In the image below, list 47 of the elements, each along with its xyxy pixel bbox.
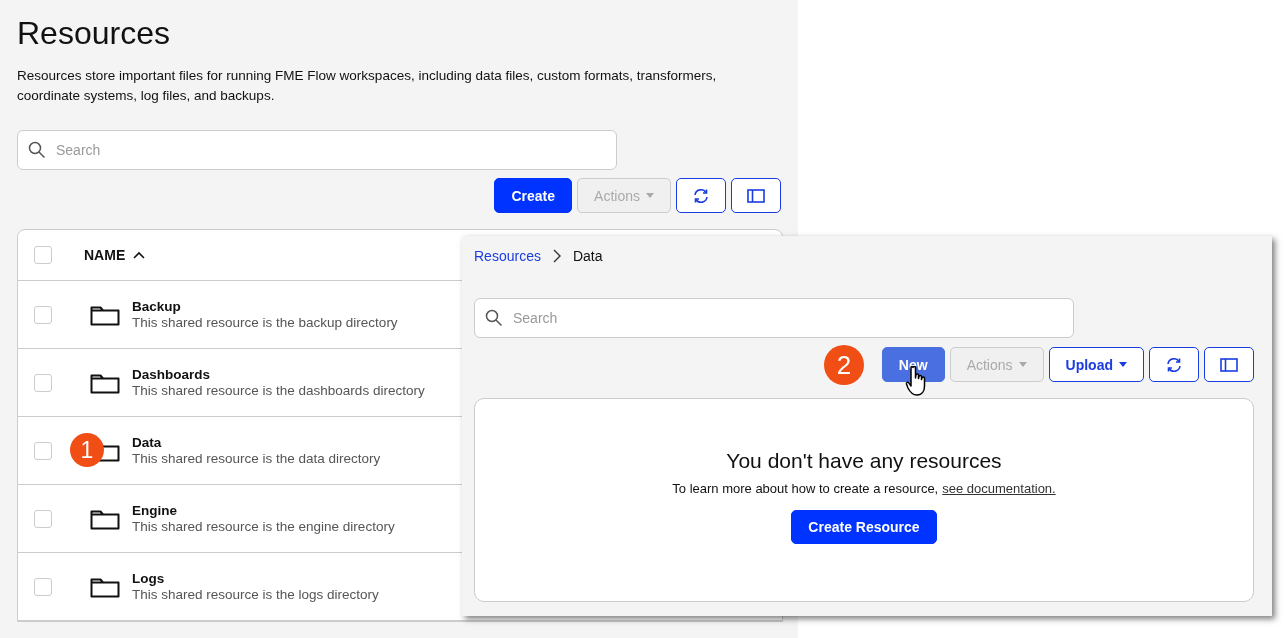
page-description: Resources store important files for running FME Flow workspaces, including data files, custom formats, transformers, coordinate systems, log files, and backups. [17, 67, 718, 105]
search-field[interactable]: Search [17, 130, 617, 170]
resource-description: This shared resource is the backup directory [132, 314, 398, 331]
panel-toggle-button[interactable] [1204, 347, 1254, 382]
caret-icon [1119, 362, 1127, 367]
create-resource-button[interactable]: Create Resource [791, 510, 937, 544]
breadcrumb-item: Data [572, 248, 603, 264]
refresh-button[interactable] [676, 178, 726, 213]
documentation-link[interactable]: see documentation. [942, 481, 1056, 496]
row-checkbox[interactable] [34, 509, 52, 528]
resource-name[interactable]: Data [132, 434, 381, 451]
search-field[interactable]: Search [474, 298, 1074, 338]
chevron-right-icon [552, 249, 561, 263]
resource-description: This shared resource is the data directory [132, 450, 381, 467]
caret-icon [646, 193, 654, 198]
row-checkbox[interactable] [34, 305, 52, 324]
step-badge: 2 [824, 345, 864, 385]
search-input[interactable]: Search [54, 141, 606, 159]
select-all-checkbox[interactable] [34, 246, 52, 264]
refresh-icon [692, 187, 710, 204]
resource-name[interactable]: Logs [132, 570, 379, 587]
resource-name[interactable]: Dashboards [132, 366, 425, 383]
resource-description: This shared resource is the dashboards directory [132, 382, 425, 399]
dropdown-button[interactable]: Upload [1048, 347, 1144, 382]
breadcrumb-item[interactable]: Resources [474, 248, 541, 264]
primary-button[interactable]: Create [494, 178, 573, 213]
step-badge: 1 [70, 433, 104, 467]
refresh-button[interactable] [1149, 347, 1199, 382]
panel-toggle-button[interactable] [731, 178, 781, 213]
name-column-header[interactable]: NAME [84, 247, 126, 263]
page-title: Resources [17, 14, 171, 52]
caret-icon [1018, 362, 1027, 367]
resource-name[interactable]: Engine [132, 502, 395, 519]
empty-state-text: To learn more about how to create a resource, [672, 481, 939, 496]
panel-icon [1220, 357, 1238, 372]
search-input[interactable]: Search [511, 309, 1063, 327]
search-icon [485, 309, 503, 327]
resource-description: This shared resource is the logs directory [132, 586, 379, 603]
empty-state-heading: You don't have any resources [726, 449, 1002, 473]
resource-name[interactable]: Backup [132, 298, 398, 315]
row-checkbox[interactable] [34, 577, 52, 596]
panel-icon [747, 188, 765, 203]
refresh-icon [1165, 356, 1183, 373]
resource-description: This shared resource is the engine directory [132, 518, 395, 535]
row-checkbox[interactable] [34, 441, 52, 460]
search-icon [28, 141, 46, 159]
row-checkbox[interactable] [34, 373, 52, 392]
